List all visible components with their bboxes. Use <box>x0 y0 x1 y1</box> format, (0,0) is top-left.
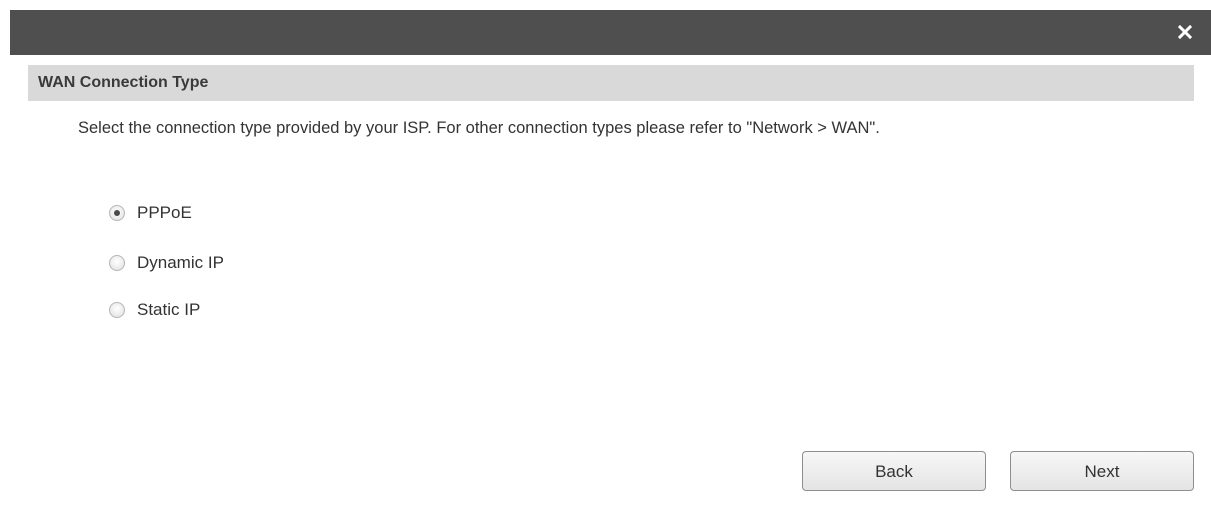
radio-button-pppoe[interactable] <box>109 205 125 221</box>
radio-label-static-ip: Static IP <box>137 300 201 319</box>
radio-button-dynamic-ip[interactable] <box>109 255 125 271</box>
radio-label-pppoe: PPPoE <box>137 203 192 222</box>
radio-button-static-ip[interactable] <box>109 302 125 318</box>
back-button[interactable]: Back <box>802 451 986 491</box>
section-header: WAN Connection Type <box>28 65 1194 101</box>
close-icon[interactable] <box>1173 20 1197 44</box>
description-text: Select the connection type provided by y… <box>78 119 880 137</box>
section-title: WAN Connection Type <box>38 74 209 91</box>
dialog-titlebar <box>10 10 1211 55</box>
radio-label-dynamic-ip: Dynamic IP <box>137 253 224 272</box>
next-button[interactable]: Next <box>1010 451 1194 491</box>
